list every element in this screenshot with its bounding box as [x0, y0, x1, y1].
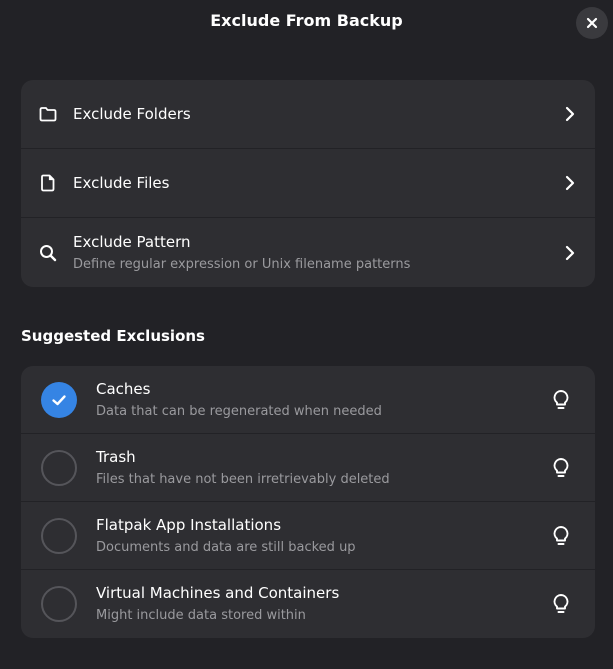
row-subtitle: Data that can be regenerated when needed — [96, 403, 382, 419]
lightbulb-icon[interactable] — [552, 525, 570, 547]
row-title: Exclude Folders — [73, 105, 191, 123]
vms-checkbox[interactable] — [41, 586, 77, 622]
row-subtitle: Files that have not been irretrievably d… — [96, 471, 390, 487]
close-button[interactable] — [576, 7, 608, 39]
folder-icon — [38, 104, 58, 124]
suggestion-caches-row[interactable]: Caches Data that can be regenerated when… — [21, 366, 595, 434]
suggested-exclusions-list: Caches Data that can be regenerated when… — [21, 366, 595, 638]
dialog-title: Exclude From Backup — [210, 11, 403, 30]
row-subtitle: Might include data stored within — [96, 608, 306, 623]
close-icon — [586, 17, 598, 29]
suggestion-vms-row[interactable]: Virtual Machines and Containers Might in… — [21, 570, 595, 638]
exclude-pattern-row[interactable]: Exclude Pattern Define regular expressio… — [21, 218, 595, 287]
flatpak-checkbox[interactable] — [41, 517, 77, 554]
exclude-files-row[interactable]: Exclude Files — [21, 149, 595, 218]
row-title: Flatpak App Installations — [96, 515, 282, 534]
row-subtitle: Documents and data are still backed up — [96, 539, 356, 555]
chevron-right-icon — [565, 245, 575, 260]
row-title: Virtual Machines and Containers — [96, 584, 340, 602]
exclude-dialog: Exclude From Backup Exclude Folders Excl… — [0, 0, 613, 669]
suggestion-trash-row[interactable]: Trash Files that have not been irretriev… — [21, 434, 595, 502]
header-bar: Exclude From Backup — [0, 0, 613, 46]
search-icon — [38, 243, 58, 263]
checkmark-icon — [52, 394, 66, 405]
row-title: Exclude Pattern — [73, 232, 191, 251]
caches-checkbox[interactable] — [41, 381, 77, 418]
chevron-right-icon — [565, 175, 575, 191]
exclude-actions-list: Exclude Folders Exclude Files Exclude Pa… — [21, 80, 595, 287]
suggested-exclusions-heading: Suggested Exclusions — [21, 327, 205, 345]
lightbulb-icon[interactable] — [552, 593, 570, 615]
row-title: Caches — [96, 379, 151, 398]
file-icon — [38, 173, 58, 193]
row-subtitle: Define regular expression or Unix filena… — [73, 256, 411, 272]
exclude-folders-row[interactable]: Exclude Folders — [21, 80, 595, 149]
suggestion-flatpak-row[interactable]: Flatpak App Installations Documents and … — [21, 502, 595, 570]
lightbulb-icon[interactable] — [552, 457, 570, 479]
trash-checkbox[interactable] — [41, 449, 77, 486]
row-title: Trash — [96, 447, 136, 466]
chevron-right-icon — [565, 106, 575, 122]
row-title: Exclude Files — [73, 174, 170, 192]
lightbulb-icon[interactable] — [552, 389, 570, 411]
